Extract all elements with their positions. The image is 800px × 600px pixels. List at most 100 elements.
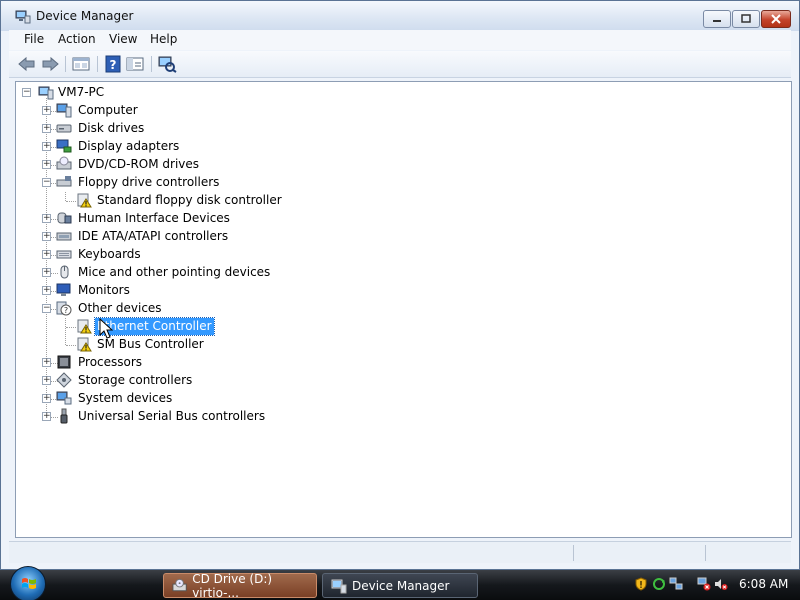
tree-root-label[interactable]: VM7-PC	[56, 84, 106, 101]
toolbar-separator	[151, 56, 152, 72]
maximize-icon	[741, 14, 751, 23]
expand-toggle[interactable]: +	[42, 268, 51, 277]
toolbar: ?	[9, 51, 791, 78]
tree-category-item[interactable]: Processors	[76, 354, 144, 371]
collapse-toggle[interactable]: −	[42, 178, 51, 187]
dvd-drive-icon	[56, 156, 72, 170]
taskbar-clock[interactable]: 6:08 AM	[739, 577, 788, 591]
tree-category-item[interactable]: Human Interface Devices	[76, 210, 232, 227]
unknown-device-icon: ?	[56, 301, 72, 316]
tree-connector	[66, 345, 76, 346]
taskbar-device-manager-label: Device Manager	[352, 578, 450, 593]
security-shield-icon[interactable]	[634, 577, 648, 591]
expand-toggle[interactable]: +	[42, 106, 51, 115]
expand-toggle[interactable]: +	[42, 286, 51, 295]
computer-icon	[56, 103, 72, 118]
close-button[interactable]	[761, 10, 791, 28]
properties-icon[interactable]	[71, 55, 91, 73]
close-icon	[771, 14, 781, 24]
network-disconnected-icon[interactable]	[697, 577, 711, 591]
device-manager-app-icon	[15, 10, 31, 24]
expand-toggle[interactable]: +	[42, 232, 51, 241]
processor-icon	[57, 355, 71, 369]
tree-category-item[interactable]: Other devices	[76, 300, 164, 317]
tree-category-item[interactable]: DVD/CD-ROM drives	[76, 156, 201, 173]
tree-category-item[interactable]: Floppy drive controllers	[76, 174, 221, 191]
status-separator	[573, 545, 574, 561]
device-manager-icon	[331, 579, 347, 593]
help-icon[interactable]: ?	[103, 55, 123, 73]
floppy-controller-icon	[56, 176, 72, 187]
expand-toggle[interactable]: +	[42, 376, 51, 385]
expand-toggle[interactable]: +	[42, 412, 51, 421]
display-adapter-icon	[56, 139, 72, 153]
expand-toggle[interactable]: +	[42, 142, 51, 151]
expand-toggle[interactable]: +	[42, 124, 51, 133]
usb-icon	[60, 408, 68, 424]
sync-center-icon[interactable]	[652, 577, 666, 591]
disk-drive-icon	[56, 124, 72, 133]
volume-muted-icon[interactable]	[714, 577, 728, 591]
tree-connector	[66, 201, 76, 202]
maximize-button[interactable]	[732, 10, 760, 28]
warning-device-icon	[77, 319, 92, 334]
minimize-button[interactable]	[703, 10, 731, 28]
expand-toggle[interactable]: +	[42, 250, 51, 259]
tree-category-item[interactable]: Universal Serial Bus controllers	[76, 408, 267, 425]
cd-drive-icon	[172, 578, 187, 591]
tree-connector	[65, 318, 66, 345]
tree-device-item[interactable]: Standard floppy disk controller	[95, 192, 284, 209]
tree-category-item[interactable]: Display adapters	[76, 138, 181, 155]
toolbar-separator	[97, 56, 98, 72]
window-title: Device Manager	[36, 9, 134, 23]
taskbar: CD Drive (D:) virtio-... Device Manager …	[0, 566, 800, 600]
svg-text:?: ?	[110, 58, 117, 72]
taskbar-device-manager[interactable]: Device Manager	[322, 573, 478, 598]
tree-category-item[interactable]: Monitors	[76, 282, 132, 299]
scan-hardware-icon[interactable]	[157, 55, 177, 73]
tree-category-item[interactable]: Disk drives	[76, 120, 146, 137]
collapse-root-toggle[interactable]: −	[22, 88, 31, 97]
back-arrow-icon[interactable]	[17, 55, 37, 73]
tree-category-item[interactable]: Keyboards	[76, 246, 143, 263]
taskbar-cd-drive[interactable]: CD Drive (D:) virtio-...	[163, 571, 317, 600]
minimize-icon	[713, 20, 721, 22]
svg-text:?: ?	[64, 306, 68, 315]
start-button[interactable]	[10, 566, 46, 600]
tree-connector	[65, 192, 66, 201]
expand-toggle[interactable]: +	[42, 160, 51, 169]
menu-action[interactable]: Action	[58, 32, 96, 46]
monitor-icon	[56, 283, 71, 296]
device-manager-window: Device Manager File Action View Help ? −…	[0, 0, 800, 570]
menu-view[interactable]: View	[109, 32, 137, 46]
hid-icon	[57, 212, 72, 224]
tree-category-item[interactable]: IDE ATA/ATAPI controllers	[76, 228, 230, 245]
ide-controller-icon	[56, 232, 72, 241]
warning-device-icon	[77, 337, 92, 352]
toolbar-separator	[65, 56, 66, 72]
taskbar-cd-drive-label: CD Drive (D:) virtio-...	[192, 571, 273, 600]
menu-bar: File Action View Help	[9, 30, 791, 50]
expand-toggle[interactable]: +	[42, 394, 51, 403]
tree-category-item[interactable]: Mice and other pointing devices	[76, 264, 272, 281]
computer-root-icon	[38, 86, 54, 100]
forward-arrow-icon[interactable]	[40, 55, 60, 73]
tree-connector	[66, 327, 76, 328]
tree-category-item[interactable]: System devices	[76, 390, 174, 407]
expand-toggle[interactable]: +	[42, 358, 51, 367]
expand-toggle[interactable]: +	[42, 214, 51, 223]
menu-help[interactable]: Help	[150, 32, 177, 46]
collapse-toggle[interactable]: −	[42, 304, 51, 313]
tree-category-item[interactable]: Computer	[76, 102, 140, 119]
show-hide-icon[interactable]	[125, 55, 145, 73]
system-device-icon	[56, 391, 72, 405]
device-tree[interactable]: − VM7-PC + Computer + Disk drives + Display ada…	[15, 81, 792, 538]
storage-controller-icon	[56, 372, 72, 388]
network-icon[interactable]	[669, 577, 683, 591]
menu-file[interactable]: File	[24, 32, 44, 46]
status-separator	[705, 545, 706, 561]
mouse-cursor-icon	[99, 318, 113, 339]
title-bar[interactable]: Device Manager	[1, 1, 799, 31]
tree-category-item[interactable]: Storage controllers	[76, 372, 194, 389]
warning-device-icon	[77, 193, 92, 208]
